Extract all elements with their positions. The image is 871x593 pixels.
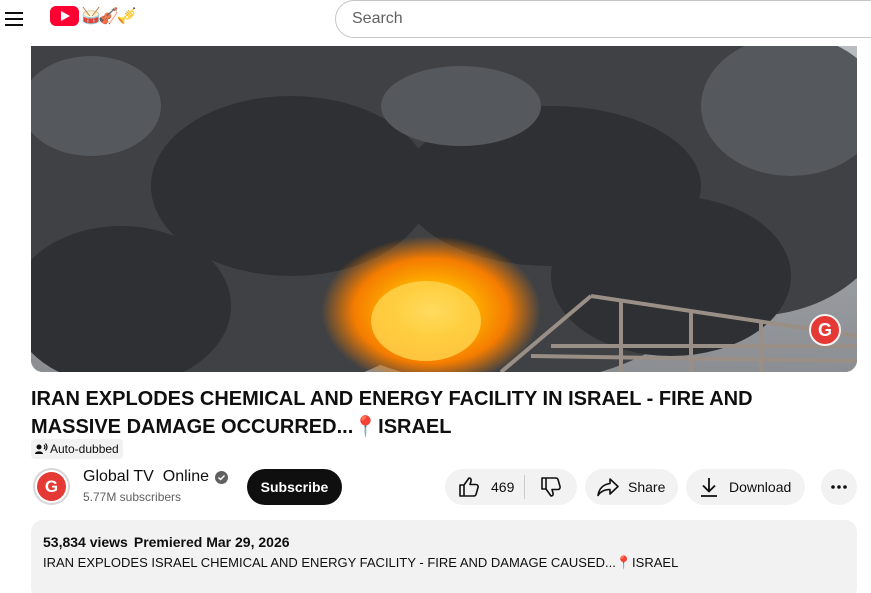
search-input[interactable] — [352, 10, 871, 28]
description-box[interactable]: 53,834 views Premiered Mar 29, 2026 IRAN … — [31, 520, 857, 593]
video-frame — [31, 46, 857, 372]
share-button[interactable]: Share — [585, 469, 678, 505]
more-horizontal-icon — [831, 485, 847, 489]
like-dislike-group: 469 — [445, 469, 577, 505]
auto-dubbed-badge[interactable]: Auto-dubbed — [31, 439, 123, 459]
auto-dubbed-label: Auto-dubbed — [50, 442, 119, 456]
download-label: Download — [729, 479, 792, 495]
thumbs-up-icon — [459, 477, 479, 497]
description-text: IRAN EXPLODES ISRAEL CHEMICAL AND ENERGY… — [43, 555, 679, 570]
more-actions-button[interactable] — [821, 469, 857, 505]
like-count: 469 — [491, 479, 515, 495]
speaker-icon — [35, 443, 48, 454]
subscribe-button[interactable]: Subscribe — [247, 469, 342, 505]
channel-name-link[interactable]: Global TV Online — [83, 468, 228, 486]
verified-icon — [215, 470, 228, 484]
channel-avatar[interactable]: G — [33, 468, 70, 505]
video-title: IRAN EXPLODES CHEMICAL AND ENERGY FACILI… — [31, 388, 753, 438]
logo-doodle: 🥁🎻🎺 — [81, 6, 137, 25]
view-count: 53,834 views — [43, 534, 128, 550]
avatar-letter: G — [37, 472, 66, 501]
download-icon — [701, 478, 717, 497]
video-player[interactable]: G — [31, 46, 857, 372]
channel-name: Global TV Online — [83, 468, 209, 485]
youtube-play-icon — [50, 6, 79, 26]
share-label: Share — [628, 479, 666, 495]
thumbs-down-icon — [541, 477, 561, 497]
channel-watermark[interactable]: G — [809, 314, 841, 346]
subscriber-count: 5.77M subscribers — [83, 490, 182, 504]
dislike-button[interactable] — [525, 469, 577, 505]
premiere-date: Premiered Mar 29, 2026 — [133, 534, 290, 550]
masthead: 🥁🎻🎺 — [0, 0, 871, 40]
video-meta: 53,834 views Premiered Mar 29, 2026 — [43, 534, 845, 550]
youtube-logo[interactable]: 🥁🎻🎺 — [50, 6, 137, 26]
like-button[interactable]: 469 — [445, 469, 524, 505]
menu-icon[interactable] — [4, 7, 28, 31]
share-icon — [597, 478, 619, 497]
search-box[interactable] — [335, 0, 871, 38]
download-button[interactable]: Download — [686, 469, 805, 505]
